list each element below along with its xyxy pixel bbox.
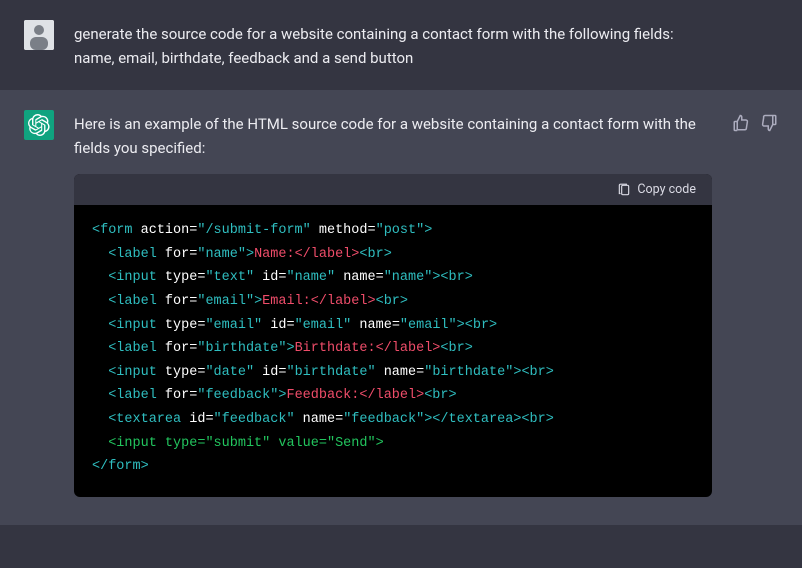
assistant-message-content: Here is an example of the HTML source co… <box>74 110 712 497</box>
user-message: generate the source code for a website c… <box>0 0 802 90</box>
assistant-avatar <box>24 110 54 140</box>
copy-code-button[interactable]: Copy code <box>617 182 696 197</box>
feedback-buttons <box>732 110 778 497</box>
user-prompt-line2: name, email, birthdate, feedback and a s… <box>74 49 413 67</box>
user-prompt-line1: generate the source code for a website c… <box>74 25 674 43</box>
thumbs-down-button[interactable] <box>760 114 778 132</box>
clipboard-icon <box>617 183 631 197</box>
user-message-text: generate the source code for a website c… <box>74 20 778 70</box>
copy-code-label: Copy code <box>637 182 696 197</box>
user-avatar <box>24 20 54 50</box>
assistant-intro-text: Here is an example of the HTML source co… <box>74 115 696 157</box>
thumbs-up-icon <box>732 114 750 132</box>
thumbs-up-button[interactable] <box>732 114 750 132</box>
thumbs-down-icon <box>760 114 778 132</box>
code-block: Copy code <form action="/submit-form" me… <box>74 174 712 497</box>
code-block-header: Copy code <box>74 174 712 205</box>
code-body[interactable]: <form action="/submit-form" method="post… <box>74 205 712 497</box>
assistant-message: Here is an example of the HTML source co… <box>0 90 802 525</box>
